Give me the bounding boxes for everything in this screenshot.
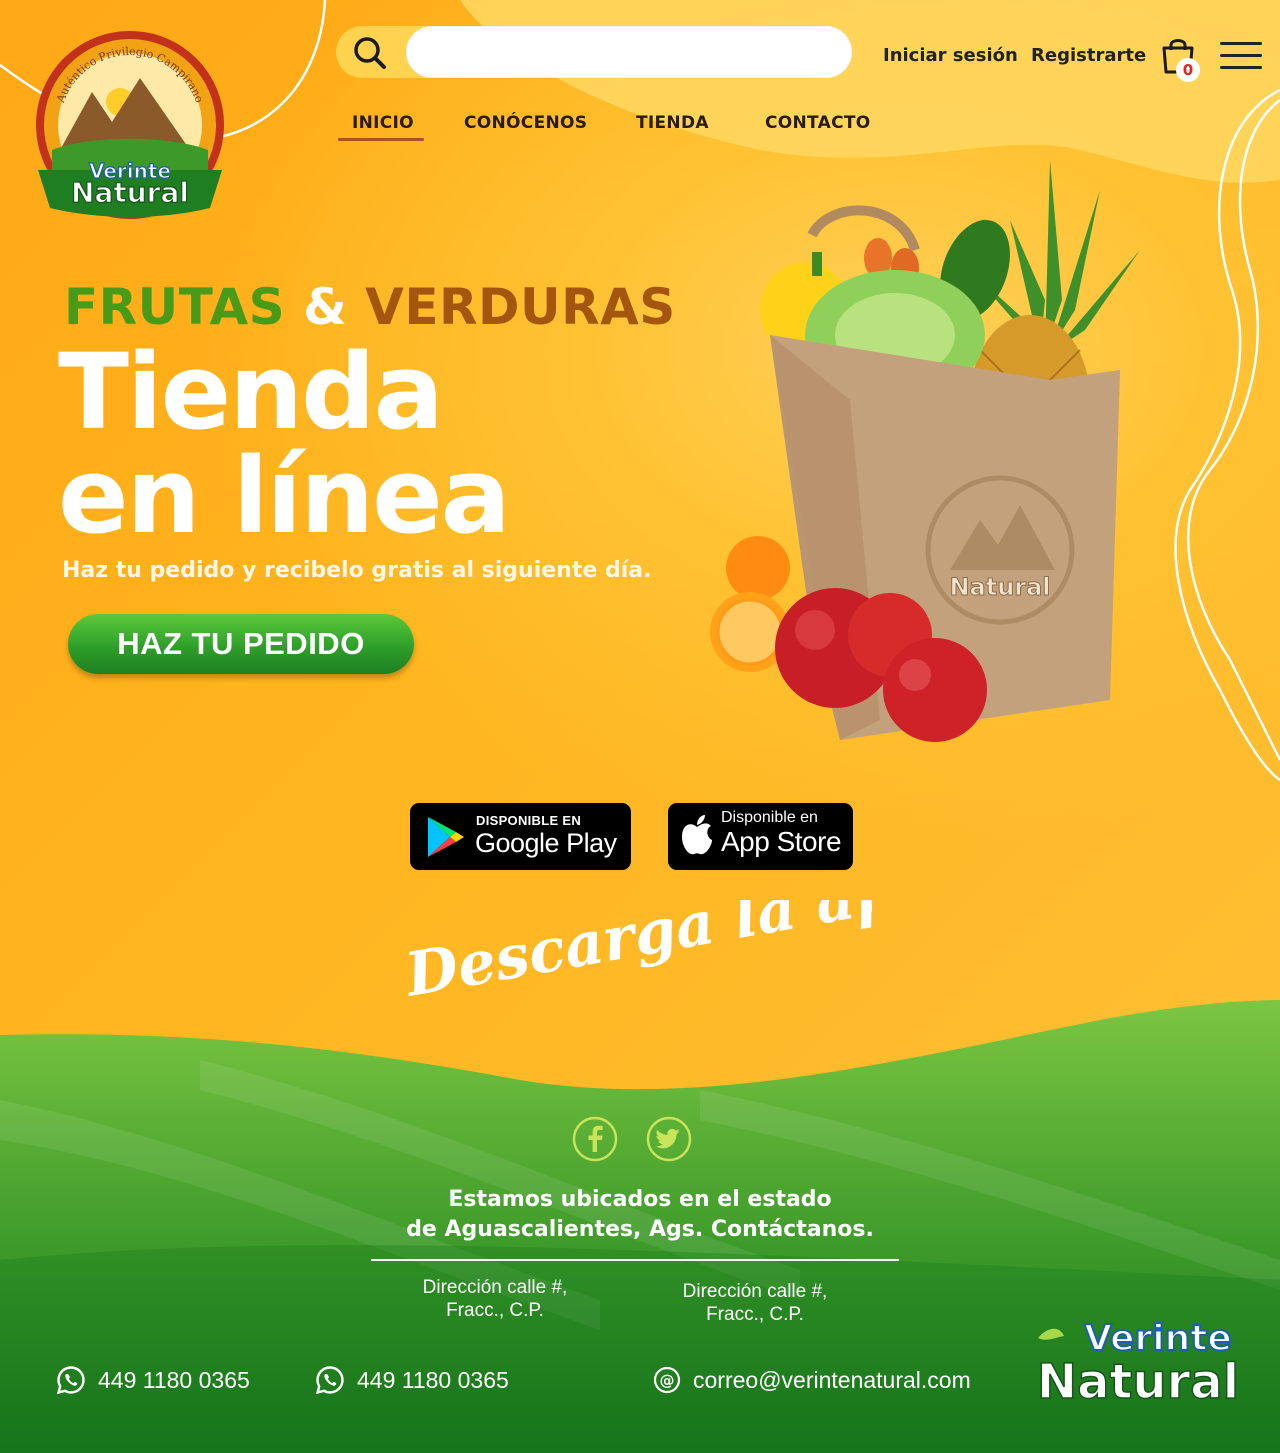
- search-icon: [354, 37, 386, 69]
- phone-link-1[interactable]: 449 1180 0365: [56, 1362, 250, 1398]
- search-button[interactable]: [350, 34, 390, 70]
- svg-text:@: @: [660, 1372, 675, 1390]
- download-app-tagline: Descarga la app: [402, 900, 872, 1010]
- nav-item-inicio[interactable]: INICIO: [352, 113, 414, 133]
- whatsapp-icon: [315, 1366, 344, 1395]
- search-input[interactable]: [406, 26, 852, 78]
- download-app-tagline-text: Descarga la app: [402, 900, 872, 1010]
- bag-logo-natural-text: Natural: [949, 573, 1050, 601]
- kicker-verduras: VERDURAS: [365, 278, 676, 336]
- nav-item-conocenos[interactable]: CONÓCENOS: [464, 113, 587, 133]
- kicker-ampersand: &: [303, 278, 348, 336]
- whatsapp-icon: [56, 1366, 85, 1395]
- twitter-icon: [646, 1116, 692, 1162]
- apple-icon: [682, 815, 712, 855]
- hamburger-menu-icon: [1220, 42, 1262, 45]
- phone-number-2: 449 1180 0365: [357, 1366, 509, 1393]
- hero-kicker: FRUTAS & VERDURAS: [64, 278, 676, 336]
- google-play-icon: [428, 817, 464, 857]
- grocery-bag-illustration: Natural: [710, 160, 1140, 742]
- email-at-icon: @: [653, 1366, 681, 1394]
- facebook-link[interactable]: [572, 1116, 618, 1162]
- cart-count-badge: 0: [1176, 58, 1200, 82]
- search-bar: [336, 26, 852, 78]
- location-text: Estamos ubicados en el estado de Aguasca…: [340, 1185, 940, 1245]
- email-address: correo@verintenatural.com: [693, 1366, 971, 1393]
- hamburger-line: [1220, 66, 1262, 69]
- email-link[interactable]: @ correo@verintenatural.com: [653, 1362, 971, 1398]
- login-link[interactable]: Iniciar sesión: [883, 45, 1018, 66]
- app-store-badge[interactable]: Disponible en App Store: [668, 803, 853, 870]
- address-1-line-1: Dirección calle #,: [422, 1277, 568, 1298]
- address-1-line-2: Fracc., C.P.: [446, 1300, 544, 1321]
- landing-page: Verinte Natural Auténtico Privilegio Cam…: [0, 0, 1280, 1453]
- hero-subtitle: Haz tu pedido y recibelo gratis al sigui…: [62, 558, 652, 583]
- menu-button[interactable]: [1220, 42, 1262, 72]
- nav-active-indicator: [338, 138, 424, 141]
- footer-divider: [371, 1259, 899, 1261]
- brand-logo[interactable]: Verinte Natural Auténtico Privilegio Cam…: [30, 30, 230, 220]
- order-now-button[interactable]: HAZ TU PEDIDO: [68, 614, 414, 674]
- app-store-small-label: Disponible en: [721, 809, 818, 826]
- address-2-line-1: Dirección calle #,: [682, 1281, 828, 1302]
- address-2-line-2: Fracc., C.P.: [706, 1304, 804, 1325]
- facebook-icon: [572, 1116, 618, 1162]
- register-link[interactable]: Registrarte: [1031, 45, 1146, 66]
- location-line-1: Estamos ubicados en el estado: [448, 1187, 832, 1212]
- footer-logo-verinte-text: Verinte: [1084, 1318, 1232, 1359]
- location-line-2: de Aguascalientes, Ags. Contáctanos.: [406, 1217, 874, 1242]
- footer-brand-logo: Verinte Natural: [1036, 1317, 1240, 1406]
- logo-natural-text: Natural: [71, 176, 189, 209]
- address-block-1: Dirección calle #, Fracc., C.P.: [385, 1276, 605, 1322]
- phone-link-2[interactable]: 449 1180 0365: [315, 1362, 509, 1398]
- hero-title-line2: en línea: [58, 435, 511, 557]
- google-play-badge[interactable]: DISPONIBLE EN Google Play: [410, 803, 631, 870]
- google-play-small-label: DISPONIBLE EN: [476, 813, 582, 828]
- google-play-label: Google Play: [475, 828, 617, 858]
- kicker-frutas: FRUTAS: [64, 278, 286, 336]
- address-block-2: Dirección calle #, Fracc., C.P.: [645, 1280, 865, 1326]
- hero-title: Tienda en línea: [58, 331, 511, 557]
- app-store-label: App Store: [721, 826, 842, 857]
- cart-button[interactable]: 0: [1158, 36, 1202, 84]
- nav-item-tienda[interactable]: TIENDA: [636, 113, 709, 133]
- twitter-link[interactable]: [646, 1116, 692, 1162]
- hero-title-line1: Tienda: [58, 331, 444, 453]
- hamburger-line: [1220, 54, 1262, 57]
- footer-logo-natural-text: Natural: [1037, 1354, 1239, 1406]
- phone-number-1: 449 1180 0365: [98, 1366, 250, 1393]
